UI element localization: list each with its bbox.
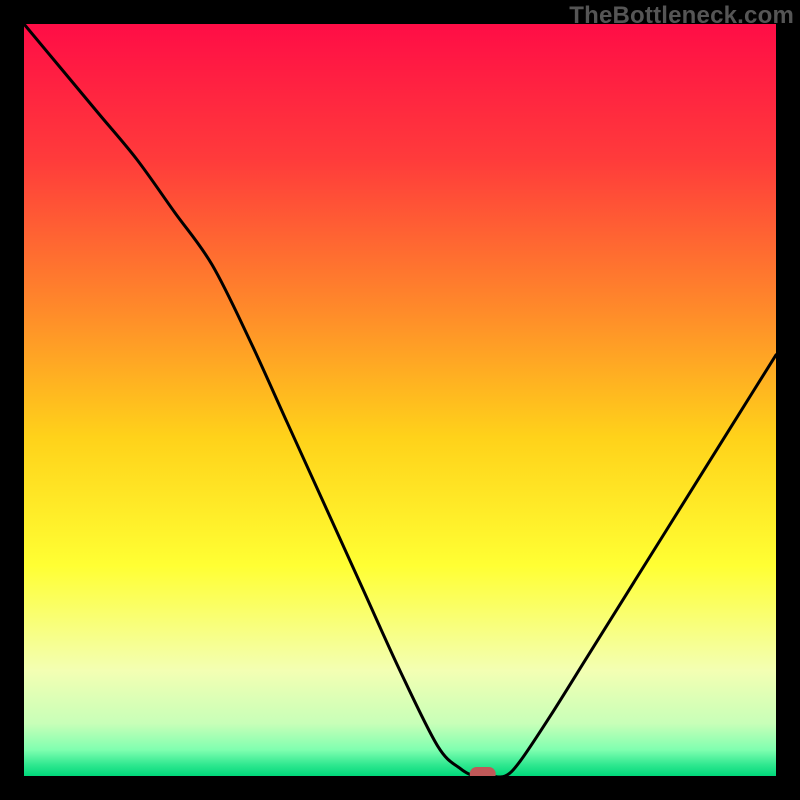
gradient-background (24, 24, 776, 776)
optimal-marker (470, 767, 496, 776)
watermark-label: TheBottleneck.com (569, 2, 794, 30)
chart-frame: TheBottleneck.com (0, 0, 800, 800)
bottleneck-chart (24, 24, 776, 776)
plot-area (24, 24, 776, 776)
